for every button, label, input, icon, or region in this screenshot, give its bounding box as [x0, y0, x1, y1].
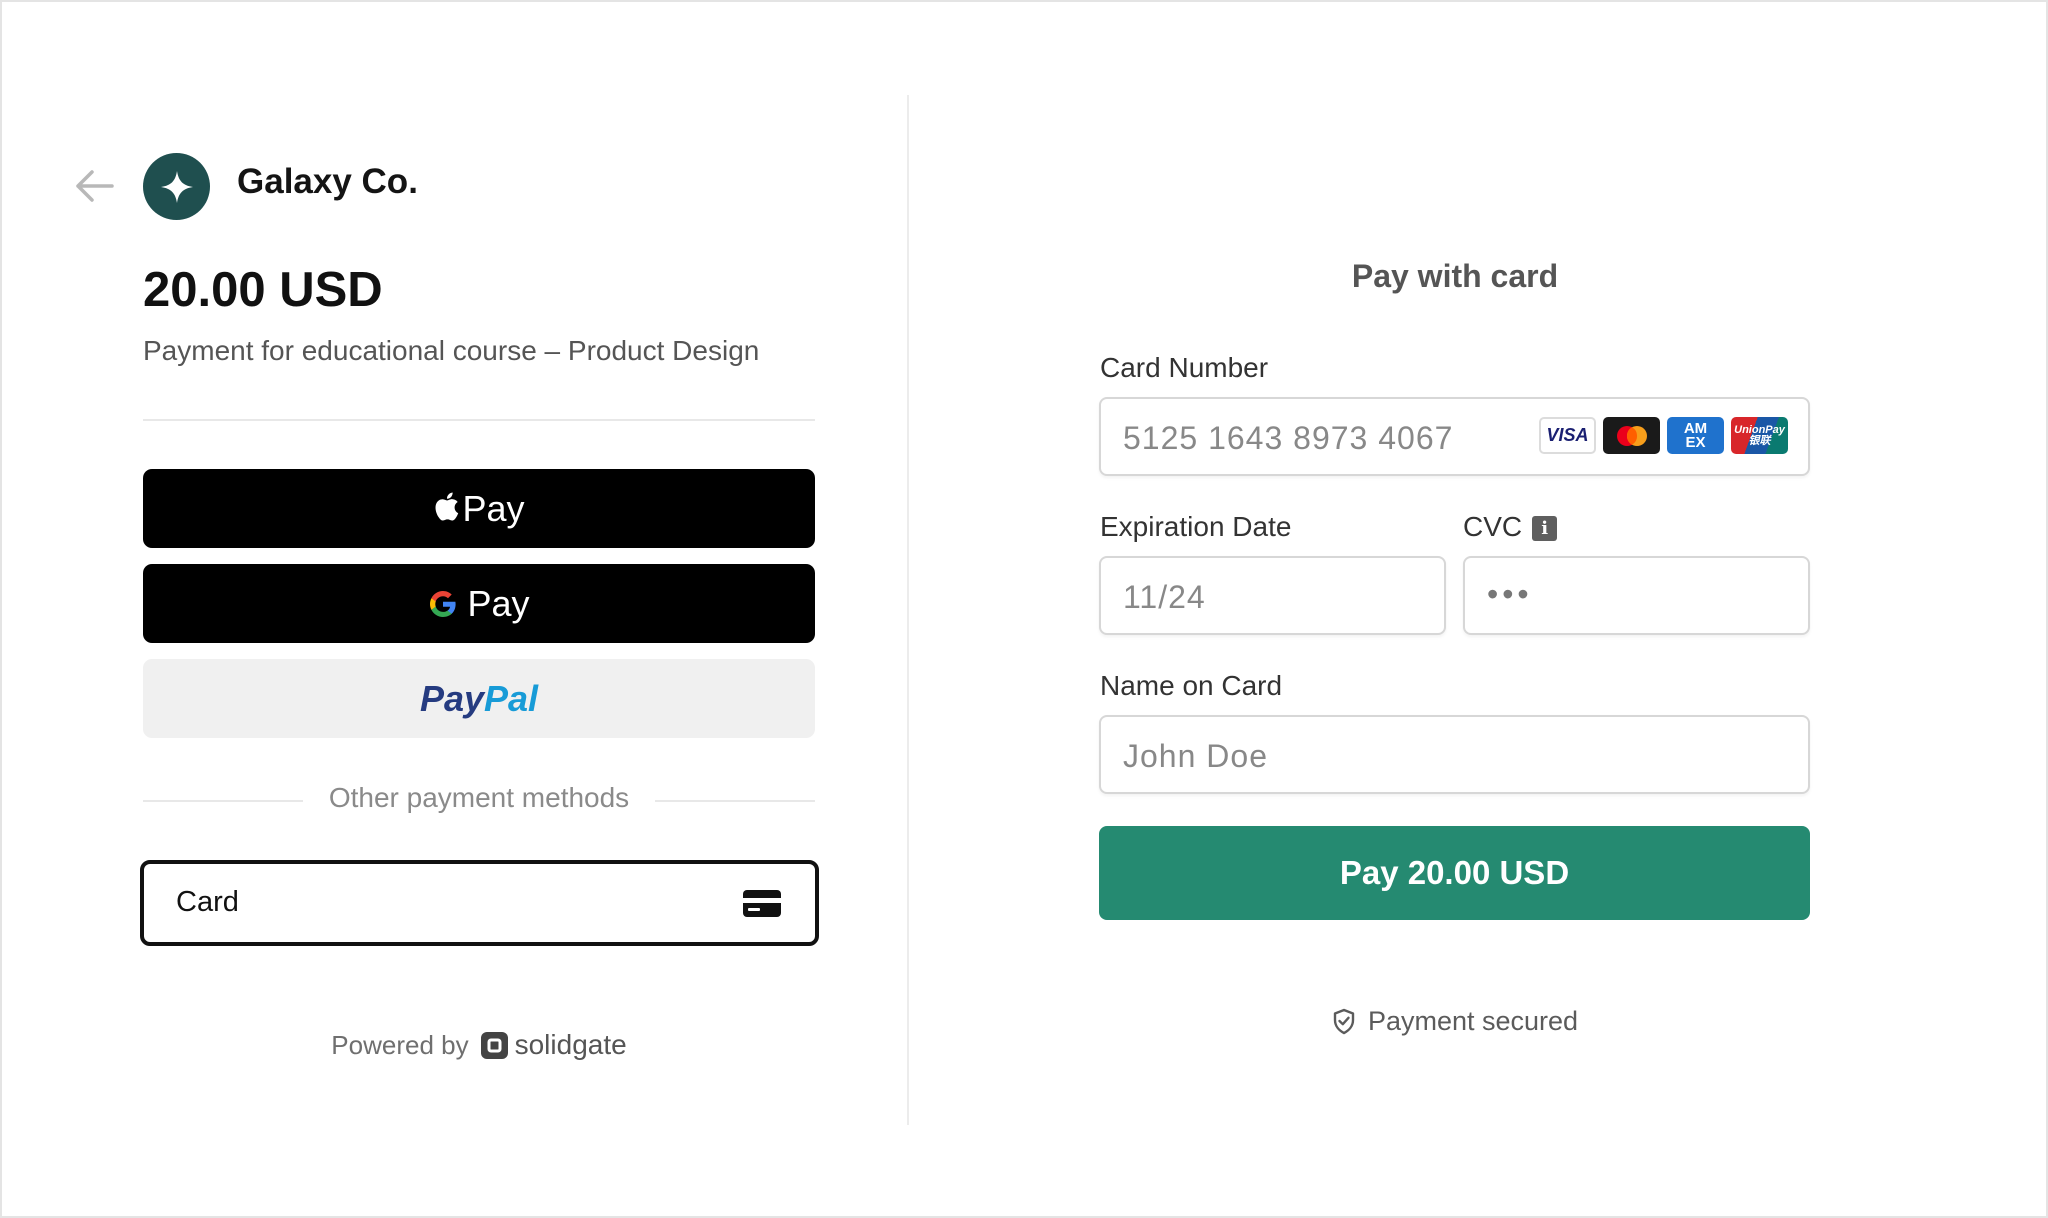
- card-payment-option[interactable]: Card: [140, 860, 819, 946]
- card-form-title: Pay with card: [1351, 258, 1559, 294]
- paypal-button[interactable]: Pay Pal: [143, 659, 815, 738]
- powered-by: Powered by solidgate: [143, 1029, 815, 1061]
- card-option-label: Card: [176, 886, 239, 918]
- google-pay-button[interactable]: Pay: [143, 564, 815, 643]
- paypal-logo-part1: Pay: [419, 677, 484, 719]
- mastercard-icon: [1603, 417, 1660, 454]
- name-on-card-label: Name on Card: [1100, 670, 1283, 701]
- google-pay-label: Pay: [467, 582, 530, 624]
- solidgate-name: solidgate: [514, 1029, 627, 1060]
- merchant-name: Galaxy Co.: [237, 162, 418, 201]
- cvc-input[interactable]: •••: [1463, 556, 1810, 635]
- payment-secured: Payment secured: [1100, 1006, 1810, 1037]
- google-g-icon: [430, 590, 457, 617]
- expiration-date-label: Expiration Date: [1100, 511, 1292, 542]
- apple-icon: [435, 492, 459, 521]
- shield-check-icon: [1333, 1008, 1355, 1035]
- back-arrow-icon[interactable]: [72, 166, 116, 206]
- visa-icon: VISA: [1539, 417, 1596, 454]
- panel-divider: [907, 95, 909, 1125]
- apple-pay-button[interactable]: Pay: [143, 469, 815, 548]
- divider: [143, 419, 815, 421]
- card-number-label: Card Number: [1100, 352, 1269, 383]
- credit-card-icon: [743, 890, 781, 917]
- apple-pay-label: Pay: [462, 487, 525, 529]
- cvc-label-row: CVC i: [1463, 511, 1558, 543]
- powered-by-text: Powered by: [331, 1029, 469, 1060]
- expiration-date-value: 11/24: [1123, 579, 1206, 615]
- order-summary-panel: Galaxy Co. 20.00 USD Payment for educati…: [0, 0, 908, 1218]
- cvc-value: •••: [1487, 576, 1533, 612]
- pay-button[interactable]: Pay 20.00 USD: [1099, 826, 1810, 920]
- merchant-logo: [143, 153, 210, 220]
- payment-secured-text: Payment secured: [1367, 1006, 1579, 1036]
- sparkle-icon: [160, 170, 193, 203]
- cvc-label: CVC: [1463, 511, 1523, 542]
- card-brands: VISA AM EX UnionPay 银联: [1539, 417, 1788, 454]
- card-number-input[interactable]: 5125 1643 8973 4067 VISA AM EX UnionPay 银联: [1099, 397, 1810, 476]
- name-on-card-value: John Doe: [1123, 738, 1268, 774]
- other-methods-heading: Other payment methods: [143, 782, 815, 814]
- solidgate-icon: [480, 1031, 508, 1059]
- expiration-date-input[interactable]: 11/24: [1099, 556, 1446, 635]
- card-number-value: 5125 1643 8973 4067: [1123, 420, 1454, 456]
- unionpay-icon: UnionPay 银联: [1731, 417, 1788, 454]
- info-icon[interactable]: i: [1532, 516, 1558, 542]
- solidgate-logo[interactable]: solidgate: [480, 1029, 627, 1061]
- order-amount: 20.00 USD: [143, 263, 383, 317]
- name-on-card-input[interactable]: John Doe: [1099, 715, 1810, 794]
- paypal-logo-part2: Pal: [484, 677, 539, 719]
- order-description: Payment for educational course – Product…: [143, 335, 760, 366]
- amex-icon: AM EX: [1667, 417, 1724, 454]
